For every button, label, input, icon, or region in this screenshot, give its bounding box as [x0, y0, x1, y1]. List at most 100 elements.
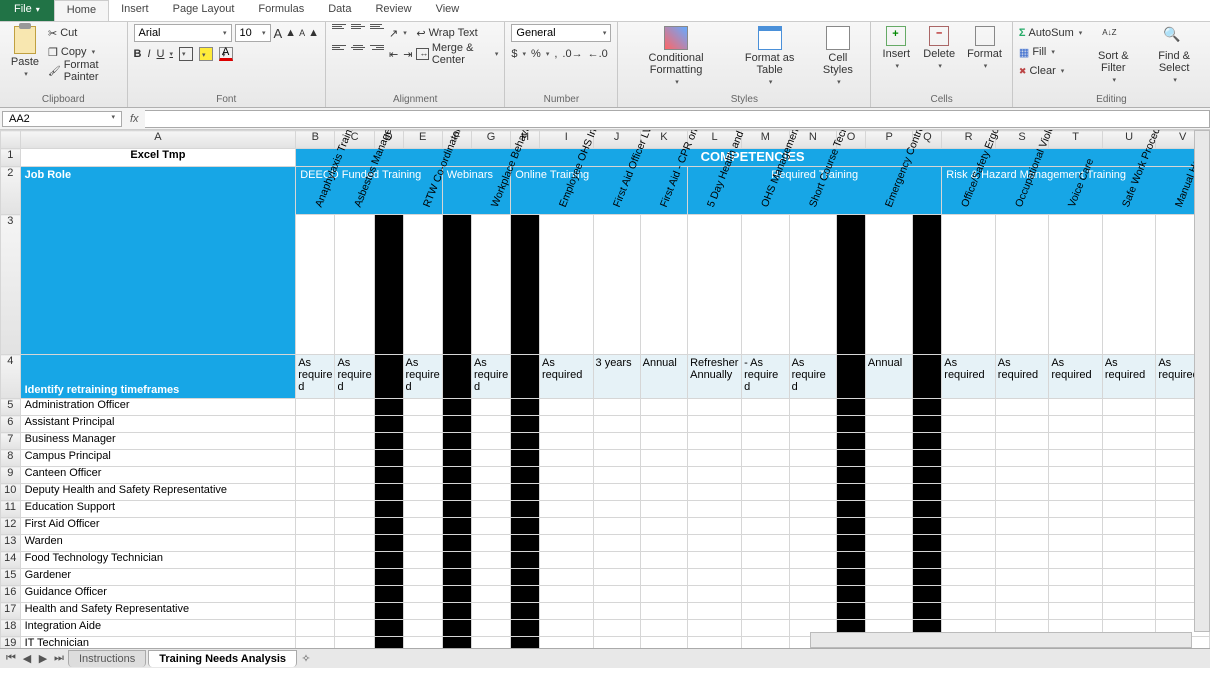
data-cell[interactable]	[403, 620, 442, 637]
insert-cells-button[interactable]: Insert	[877, 24, 915, 72]
data-cell[interactable]	[688, 603, 742, 620]
timeframe-cell[interactable]: 3 years	[593, 355, 640, 399]
data-cell[interactable]	[1049, 603, 1103, 620]
sheet-nav-first[interactable]: ⏮	[4, 652, 18, 665]
data-cell[interactable]	[1049, 484, 1103, 501]
align-bottom-button[interactable]	[370, 24, 384, 36]
data-cell[interactable]	[296, 433, 335, 450]
data-cell[interactable]	[640, 586, 688, 603]
diag-header-cell[interactable]: Occupational Violence	[995, 215, 1049, 355]
sheet-nav-next[interactable]: ▶	[36, 652, 50, 665]
data-cell[interactable]	[403, 484, 442, 501]
job-role-cell[interactable]: First Aid Officer	[20, 518, 296, 535]
data-cell[interactable]	[1102, 535, 1156, 552]
data-cell[interactable]	[913, 433, 942, 450]
data-cell[interactable]	[640, 450, 688, 467]
data-cell[interactable]	[789, 552, 837, 569]
conditional-formatting-button[interactable]: Conditional Formatting	[624, 24, 727, 88]
data-cell[interactable]	[1049, 416, 1103, 433]
data-cell[interactable]	[511, 535, 540, 552]
align-top-button[interactable]	[332, 24, 346, 36]
data-cell[interactable]	[374, 518, 403, 535]
data-cell[interactable]	[540, 501, 594, 518]
data-cell[interactable]	[540, 518, 594, 535]
data-cell[interactable]	[471, 552, 510, 569]
data-cell[interactable]	[742, 535, 790, 552]
data-cell[interactable]	[540, 416, 594, 433]
row-header[interactable]: 16	[1, 586, 21, 603]
data-cell[interactable]	[742, 433, 790, 450]
merge-center-button[interactable]: Merge & Center	[416, 45, 498, 63]
data-cell[interactable]	[1049, 399, 1103, 416]
data-cell[interactable]	[471, 450, 510, 467]
tab-data[interactable]: Data	[316, 0, 363, 21]
diag-header-cell[interactable]: Voice Care	[1049, 215, 1103, 355]
data-cell[interactable]	[742, 552, 790, 569]
row-header[interactable]: 1	[1, 149, 21, 167]
diag-header-cell[interactable]	[442, 215, 471, 355]
data-cell[interactable]	[742, 450, 790, 467]
timeframe-cell[interactable]: As required	[540, 355, 594, 399]
data-cell[interactable]	[640, 518, 688, 535]
data-cell[interactable]	[688, 501, 742, 518]
data-cell[interactable]	[837, 501, 866, 518]
data-cell[interactable]	[1102, 518, 1156, 535]
font-size-select[interactable]: 10	[235, 24, 271, 42]
cell[interactable]: Excel Tmp	[20, 149, 296, 167]
row-header[interactable]: 8	[1, 450, 21, 467]
data-cell[interactable]	[995, 467, 1049, 484]
data-cell[interactable]	[837, 518, 866, 535]
data-cell[interactable]	[442, 586, 471, 603]
data-cell[interactable]	[442, 603, 471, 620]
data-cell[interactable]	[995, 433, 1049, 450]
col-header[interactable]: E	[403, 131, 442, 149]
data-cell[interactable]	[540, 552, 594, 569]
data-cell[interactable]	[593, 518, 640, 535]
diag-header-cell[interactable]: First Aid - CPR only	[640, 215, 688, 355]
wrap-text-button[interactable]: Wrap Text	[416, 24, 498, 42]
data-cell[interactable]	[942, 484, 996, 501]
job-role-cell[interactable]: Integration Aide	[20, 620, 296, 637]
data-cell[interactable]	[865, 484, 913, 501]
data-cell[interactable]	[442, 399, 471, 416]
data-cell[interactable]	[837, 552, 866, 569]
data-cell[interactable]	[865, 416, 913, 433]
data-cell[interactable]	[865, 501, 913, 518]
data-cell[interactable]	[442, 467, 471, 484]
diag-header-cell[interactable]: Emergency Control Organisation (ie Evacu…	[865, 215, 913, 355]
data-cell[interactable]	[688, 433, 742, 450]
job-role-cell[interactable]: Guidance Officer	[20, 586, 296, 603]
data-cell[interactable]	[374, 467, 403, 484]
data-cell[interactable]	[335, 433, 374, 450]
data-cell[interactable]	[511, 569, 540, 586]
timeframe-cell[interactable]	[374, 355, 403, 399]
worksheet[interactable]: A B C D E F G H I J K L M N O P Q R S T …	[0, 130, 1210, 668]
data-cell[interactable]	[640, 467, 688, 484]
data-cell[interactable]	[471, 501, 510, 518]
data-cell[interactable]	[865, 518, 913, 535]
data-cell[interactable]	[1102, 484, 1156, 501]
data-cell[interactable]	[296, 450, 335, 467]
comma-button[interactable]: ,	[554, 45, 557, 63]
data-cell[interactable]	[688, 620, 742, 637]
job-role-cell[interactable]: Deputy Health and Safety Representative	[20, 484, 296, 501]
data-cell[interactable]	[688, 484, 742, 501]
find-select-button[interactable]: Find & Select	[1144, 24, 1204, 86]
italic-button[interactable]: I	[147, 45, 150, 63]
data-cell[interactable]	[1102, 603, 1156, 620]
row-header[interactable]: 11	[1, 501, 21, 518]
data-cell[interactable]	[688, 552, 742, 569]
data-cell[interactable]	[865, 535, 913, 552]
data-cell[interactable]	[296, 603, 335, 620]
data-cell[interactable]	[442, 433, 471, 450]
row-header[interactable]: 15	[1, 569, 21, 586]
data-cell[interactable]	[442, 501, 471, 518]
data-cell[interactable]	[335, 450, 374, 467]
data-cell[interactable]	[471, 586, 510, 603]
data-cell[interactable]	[742, 620, 790, 637]
data-cell[interactable]	[742, 416, 790, 433]
data-cell[interactable]	[1102, 501, 1156, 518]
data-cell[interactable]	[296, 569, 335, 586]
data-cell[interactable]	[837, 467, 866, 484]
data-cell[interactable]	[403, 416, 442, 433]
